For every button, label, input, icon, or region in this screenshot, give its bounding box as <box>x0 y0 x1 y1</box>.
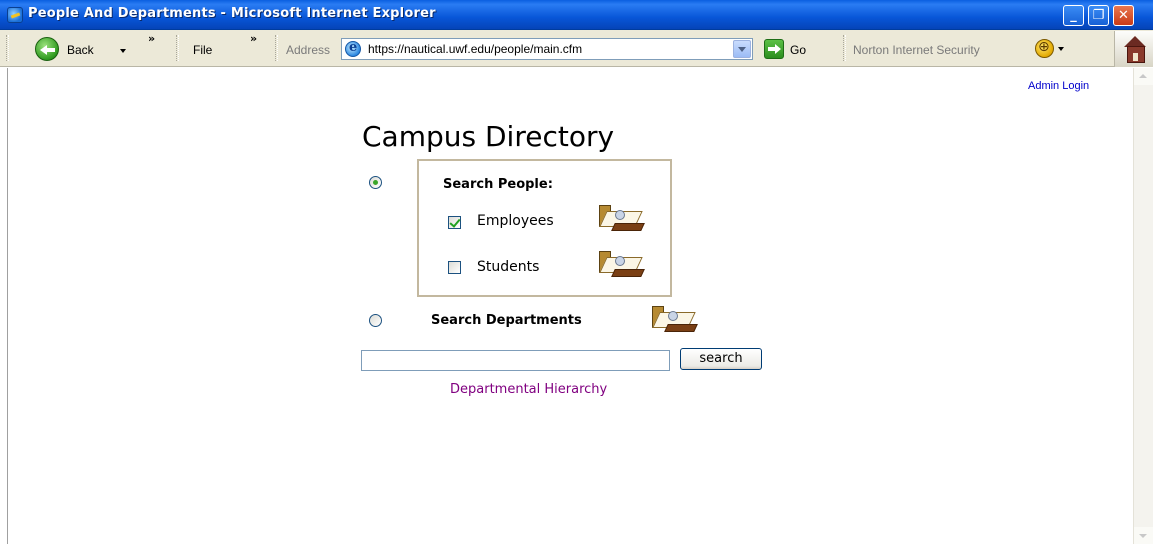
search-departments-label: Search Departments <box>431 313 582 328</box>
page-title: Campus Directory <box>362 120 615 153</box>
toolbar: Back » File » Address https://nautical.u… <box>0 30 1153 67</box>
toolbar-grip[interactable] <box>6 35 9 61</box>
menu-overflow-chevron-icon[interactable]: » <box>250 32 257 45</box>
address-label: Address <box>286 43 331 57</box>
page-ie-icon <box>345 40 361 57</box>
search-button[interactable]: search <box>680 348 762 370</box>
close-button[interactable]: ✕ <box>1113 5 1134 26</box>
file-menu[interactable]: File <box>193 43 212 57</box>
admin-login-link[interactable]: Admin Login <box>1028 80 1089 92</box>
vertical-scrollbar[interactable] <box>1133 68 1153 544</box>
norton-toolbar-label[interactable]: Norton Internet Security <box>853 43 980 57</box>
window-left-border <box>7 68 8 544</box>
window-title: People And Departments - Microsoft Inter… <box>28 6 436 21</box>
home-icon[interactable] <box>1124 36 1146 63</box>
departmental-hierarchy-link[interactable]: Departmental Hierarchy <box>450 382 607 397</box>
toolbar-grip[interactable] <box>843 35 846 61</box>
search-input[interactable] <box>361 350 670 371</box>
scroll-down-arrow-icon[interactable] <box>1134 527 1153 544</box>
students-label: Students <box>477 259 540 275</box>
search-departments-radio[interactable] <box>369 314 382 327</box>
go-arrow-icon[interactable] <box>764 39 784 59</box>
employees-checkbox[interactable] <box>448 216 461 229</box>
ie-app-icon <box>7 7 23 23</box>
address-bar[interactable]: https://nautical.uwf.edu/people/main.cfm <box>341 38 753 60</box>
maximize-button[interactable]: ❐ <box>1088 5 1109 26</box>
students-checkbox[interactable] <box>448 261 461 274</box>
toolbar-grip[interactable] <box>275 35 278 61</box>
scroll-up-arrow-icon[interactable] <box>1134 68 1153 85</box>
departments-directory-book-icon[interactable] <box>652 306 698 336</box>
windows-logo-area <box>1114 31 1153 67</box>
toolbar-overflow-chevron-icon[interactable]: » <box>148 32 155 45</box>
employees-label: Employees <box>477 213 554 229</box>
go-button-label[interactable]: Go <box>790 43 806 57</box>
address-dropdown-icon[interactable] <box>733 40 751 58</box>
back-dropdown-arrow-icon[interactable] <box>120 49 126 53</box>
minimize-button[interactable]: _ <box>1063 5 1084 26</box>
students-directory-book-icon[interactable] <box>599 251 645 281</box>
back-arrow-icon[interactable] <box>35 37 59 61</box>
norton-icon[interactable] <box>1035 39 1054 58</box>
toolbar-grip[interactable] <box>176 35 179 61</box>
search-people-panel: Search People: Employees Students <box>417 159 672 297</box>
search-people-label: Search People: <box>443 177 553 192</box>
employees-directory-book-icon[interactable] <box>599 205 645 235</box>
back-button-label[interactable]: Back <box>67 43 94 57</box>
address-url[interactable]: https://nautical.uwf.edu/people/main.cfm <box>368 42 582 56</box>
norton-dropdown-arrow-icon[interactable] <box>1058 47 1064 51</box>
title-bar: People And Departments - Microsoft Inter… <box>0 0 1153 30</box>
search-people-radio[interactable] <box>369 176 382 189</box>
